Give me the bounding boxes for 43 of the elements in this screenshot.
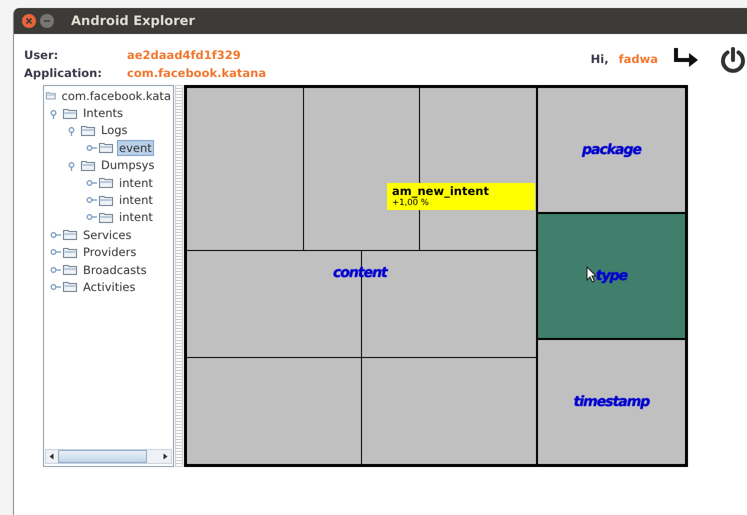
folder-icon — [63, 264, 77, 276]
window-title: Android Explorer — [71, 14, 195, 28]
minimize-button[interactable] — [40, 14, 54, 28]
tree-item[interactable]: Activities — [81, 278, 138, 295]
turn-arrow-icon[interactable] — [673, 47, 699, 69]
treemap-cell[interactable]: package — [538, 88, 685, 212]
tree-item[interactable]: intent — [117, 192, 155, 208]
folder-icon — [99, 177, 113, 188]
tree-item[interactable]: Services — [81, 226, 134, 243]
application-label: Application: — [24, 65, 103, 82]
tree-item[interactable]: Intents — [81, 105, 126, 122]
treemap-cell[interactable] — [187, 88, 303, 250]
tree-item[interactable]: Dumpsys — [99, 157, 156, 174]
tree-item[interactable]: intent — [117, 209, 155, 226]
tree-item[interactable]: event — [117, 140, 154, 156]
folder-icon — [63, 108, 77, 119]
tree-item[interactable]: intent — [117, 174, 155, 191]
username-text: fadwa — [618, 52, 658, 66]
folder-icon — [63, 229, 77, 240]
folder-icon — [63, 281, 77, 292]
power-icon[interactable] — [719, 46, 747, 74]
tree-item[interactable]: Broadcasts — [81, 262, 149, 278]
tree-item[interactable]: Logs — [99, 122, 130, 138]
folder-icon — [46, 90, 56, 102]
folder-icon — [81, 124, 95, 136]
folder-icon — [99, 142, 113, 154]
mouse-cursor-icon — [586, 266, 597, 283]
tree-item[interactable]: Providers — [81, 244, 138, 260]
treemap-cell[interactable] — [187, 358, 361, 464]
folder-icon — [99, 194, 113, 206]
tree-item[interactable]: com.facebook.kata — [60, 88, 173, 104]
greeting-text: Hi, — [590, 52, 609, 66]
user-value: ae2daad4fd1f329 — [127, 47, 241, 64]
application-value: com.facebook.katana — [127, 65, 266, 82]
treemap-cell[interactable] — [362, 358, 536, 464]
treemap-cell[interactable]: timestamp — [538, 340, 685, 464]
user-label: User: — [24, 47, 60, 64]
folder-icon — [81, 160, 95, 171]
folder-icon — [63, 246, 77, 258]
close-button[interactable] — [22, 14, 36, 28]
horizontal-scrollbar[interactable] — [45, 449, 172, 464]
folder-icon — [99, 212, 113, 223]
tooltip: am_new_intent +1,00 % — [387, 183, 535, 210]
